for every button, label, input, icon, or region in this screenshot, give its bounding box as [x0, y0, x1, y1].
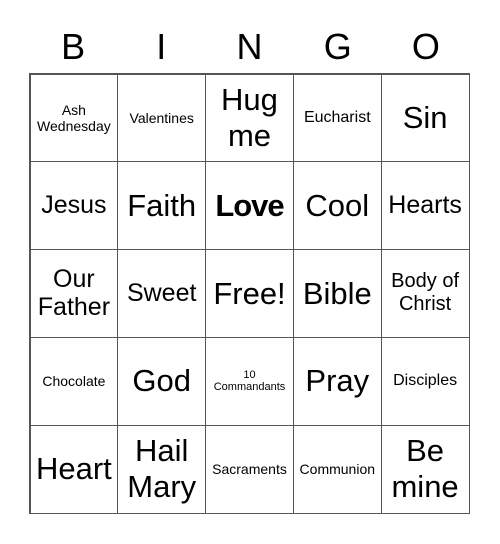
bingo-cell[interactable]: God [117, 336, 207, 426]
header-letter-n: N [236, 26, 263, 67]
bingo-cell[interactable]: Pray [292, 336, 382, 426]
header-letter-g: G [323, 26, 352, 67]
bingo-cell[interactable]: Heart [29, 424, 119, 514]
bingo-cell[interactable]: Sin [380, 73, 470, 163]
bingo-cell[interactable]: Love [205, 161, 294, 251]
bingo-cell[interactable]: Communion [292, 424, 382, 514]
bingo-cell[interactable]: Chocolate [29, 336, 119, 426]
bingo-cell[interactable]: Ash Wednesday [29, 73, 119, 163]
bingo-header: B I N G O [29, 20, 470, 73]
header-letter-i: I [156, 26, 167, 67]
bingo-cell[interactable]: Eucharist [292, 73, 382, 163]
bingo-cell[interactable]: Cool [292, 161, 382, 251]
bingo-cell[interactable]: Faith [117, 161, 207, 251]
bingo-cell[interactable]: Hail Mary [117, 424, 207, 514]
bingo-cell[interactable]: Sweet [117, 249, 207, 338]
bingo-cell[interactable]: Free! [205, 249, 294, 338]
bingo-cell[interactable]: Valentines [117, 73, 207, 163]
bingo-cell[interactable]: Sacraments [205, 424, 294, 514]
bingo-cell[interactable]: Jesus [29, 161, 119, 251]
bingo-cell[interactable]: Hearts [380, 161, 470, 251]
bingo-cell[interactable]: Our Father [29, 249, 119, 338]
bingo-cell[interactable]: Body of Christ [380, 249, 470, 338]
header-letter-b: B [61, 26, 86, 67]
bingo-cell[interactable]: Disciples [380, 336, 470, 426]
header-letter-o: O [411, 26, 440, 67]
bingo-cell[interactable]: Bible [292, 249, 382, 338]
bingo-grid: Ash Wednesday Valentines Hug me Eucharist Si… [29, 73, 470, 514]
bingo-cell[interactable]: Hug me [205, 73, 294, 163]
bingo-cell[interactable]: Be mine [380, 424, 470, 514]
bingo-cell[interactable]: 10 Commandants [205, 336, 294, 426]
